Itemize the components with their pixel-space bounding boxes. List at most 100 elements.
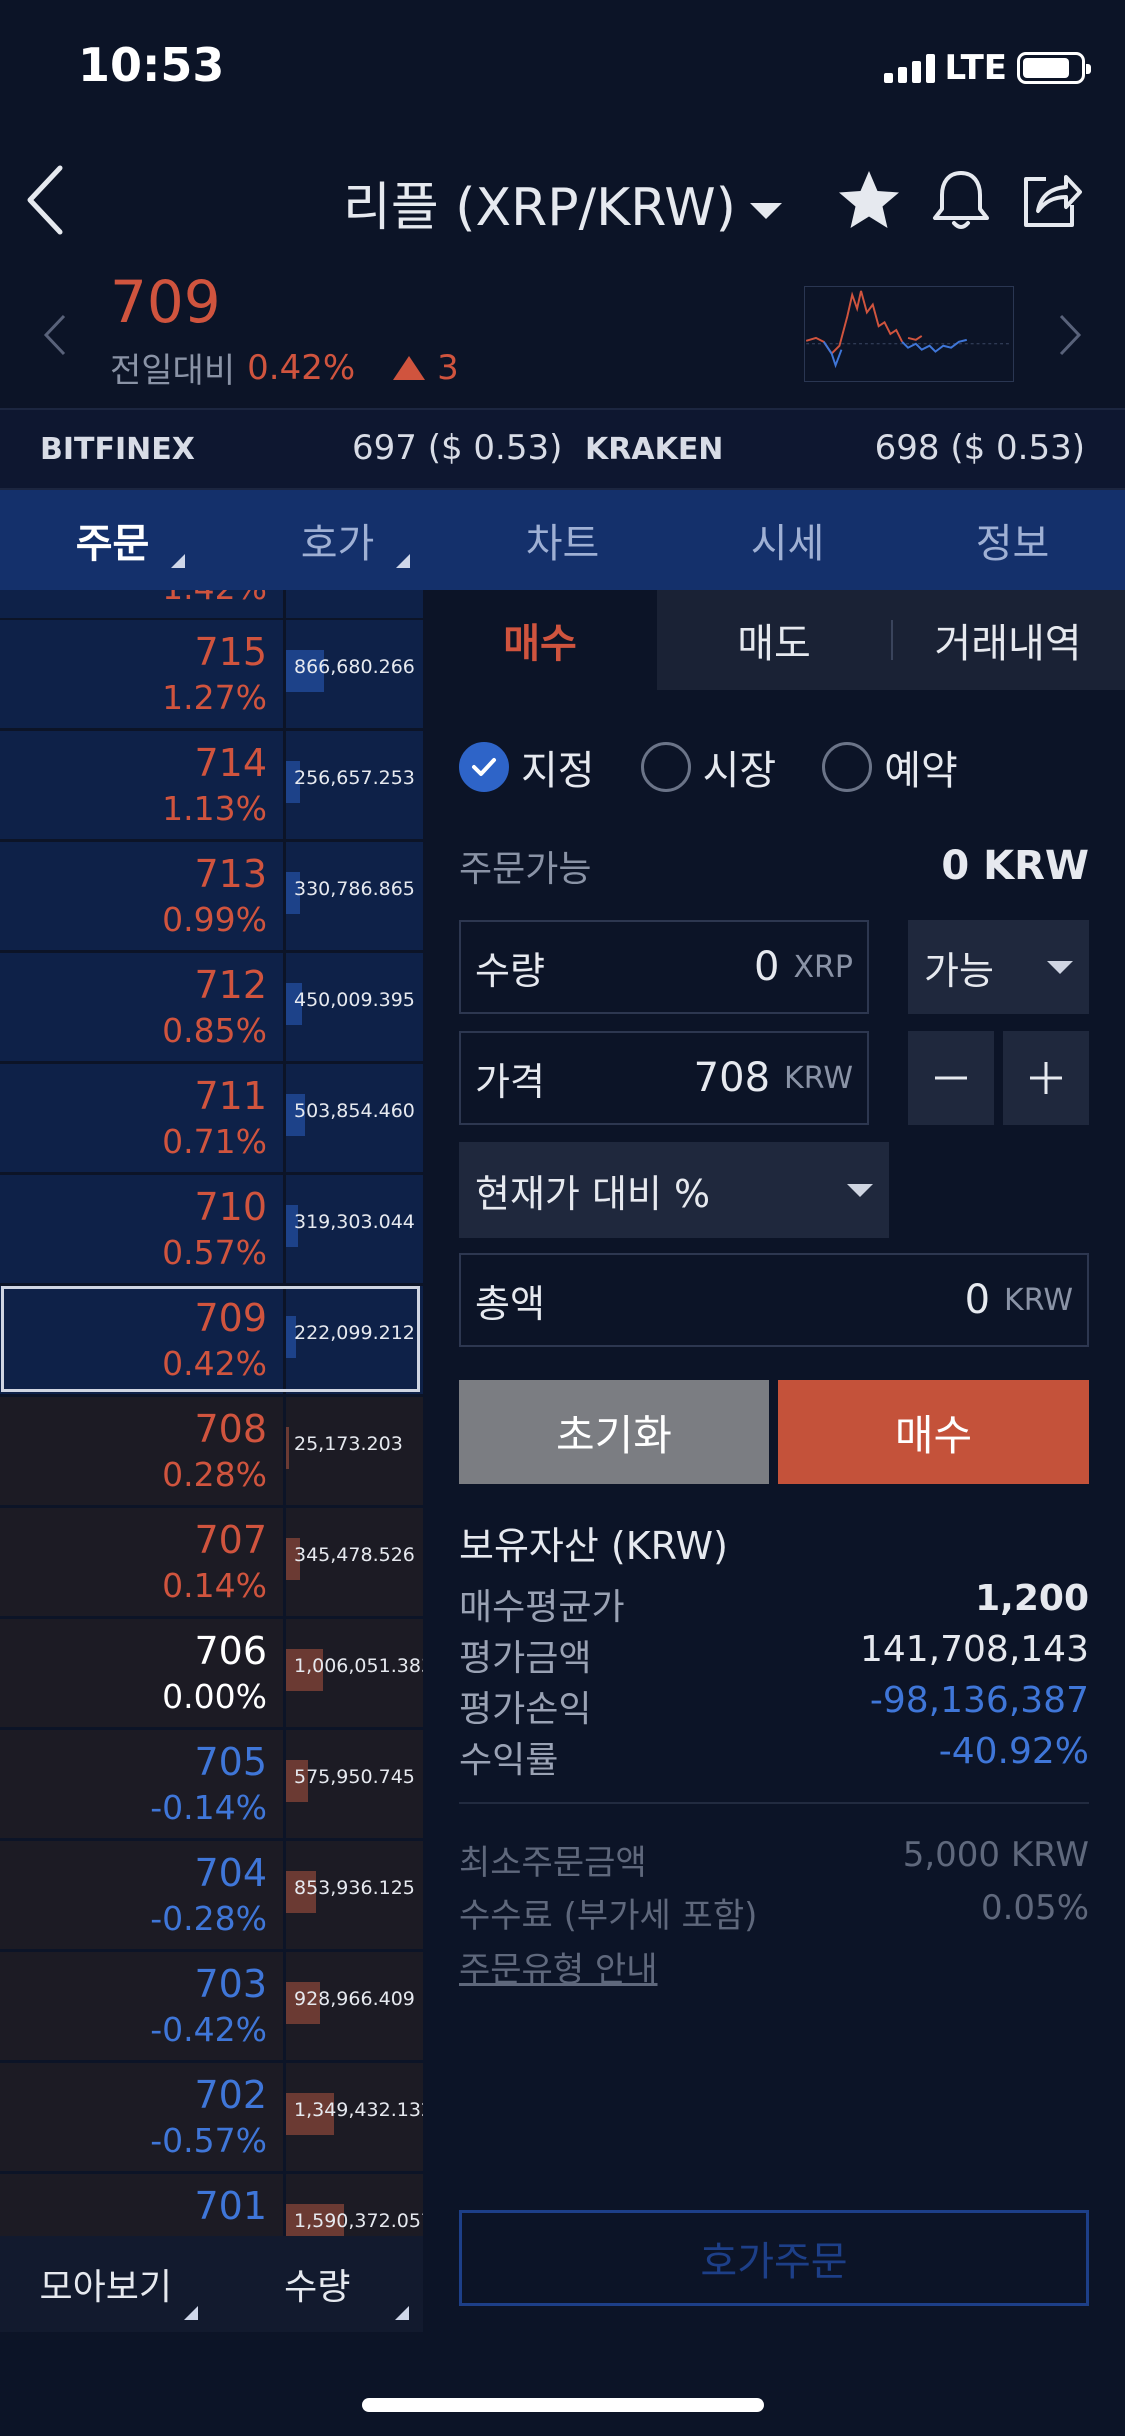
price-field[interactable]: 가격 708 KRW: [459, 1031, 869, 1125]
row-volume: 928,966.409: [294, 1988, 415, 2010]
chevron-down-icon: [749, 203, 782, 219]
price-cell: 706 0.00%: [0, 1619, 283, 1727]
volume-cell: 503,854.460: [286, 1064, 423, 1172]
field-label: 총액: [475, 1281, 545, 1326]
volume-cell: 450,009.395: [286, 953, 423, 1061]
row-volume: 450,009.395: [294, 989, 415, 1011]
row-price: 706: [194, 1629, 267, 1673]
orderbook-row[interactable]: 701 1,590,372.057: [0, 2174, 423, 2236]
tab-market[interactable]: 시세: [675, 490, 900, 590]
orderbook-row[interactable]: 703 -0.42% 928,966.409: [0, 1952, 423, 2062]
check-icon: [459, 742, 509, 792]
holding-value: -40.92%: [938, 1731, 1089, 1772]
prev-coin-icon[interactable]: [40, 310, 70, 360]
volume-cell: 256,657.253: [286, 731, 423, 839]
orderbook-row[interactable]: 711 0.71% 503,854.460: [0, 1064, 423, 1174]
row-pct: 1.42%: [162, 590, 267, 607]
qty-mode-dropdown[interactable]: 가능: [908, 920, 1089, 1014]
row-volume: 222,099.212: [294, 1322, 415, 1344]
tab-info[interactable]: 정보: [900, 490, 1125, 590]
corner-indicator-icon: [183, 2306, 198, 2320]
buy-button[interactable]: 매수: [778, 1380, 1089, 1484]
tab-quote[interactable]: 호가: [225, 490, 450, 590]
status-indicators: LTE: [883, 48, 1091, 88]
order-type-limit[interactable]: 지정: [459, 738, 595, 796]
price-cell: 710 0.57%: [0, 1175, 283, 1283]
reset-button[interactable]: 초기화: [459, 1380, 769, 1484]
row-price: 711: [194, 1074, 267, 1118]
current-price: 709: [110, 268, 221, 336]
orderbook-row[interactable]: 704 -0.28% 853,936.125: [0, 1841, 423, 1951]
row-volume: 330,786.865: [294, 878, 415, 900]
qty-value: 0: [754, 944, 780, 990]
group-label: 모아보기: [39, 2267, 172, 2308]
row-volume: 1,349,432.132: [294, 2099, 423, 2121]
order-type-group: 지정 시장 예약: [459, 738, 958, 796]
share-icon[interactable]: [1016, 165, 1086, 235]
qty-toggle-button[interactable]: 수량: [212, 2236, 424, 2332]
order-type-market[interactable]: 시장: [640, 738, 777, 796]
orderbook-row[interactable]: 709 0.42% 222,099.212: [0, 1286, 423, 1396]
orderbook-row[interactable]: 710 0.57% 319,303.044: [0, 1175, 423, 1285]
volume-cell: 345,478.526: [286, 1508, 423, 1616]
orderbook-row[interactable]: 702 -0.57% 1,349,432.132: [0, 2063, 423, 2173]
orderbook-row-partial[interactable]: 1.42%: [0, 590, 423, 620]
order-subtabs: 매수 매도 거래내역: [423, 590, 1125, 690]
orderbook-row[interactable]: 715 1.27% 866,680.266: [0, 620, 423, 730]
holding-value: 141,708,143: [859, 1629, 1089, 1670]
field-label: 수량: [475, 948, 545, 993]
corner-indicator-icon: [395, 2306, 409, 2320]
tab-buy[interactable]: 매수: [423, 590, 657, 690]
order-type-guide-link[interactable]: 주문유형 안내: [459, 1942, 658, 1991]
page-title: 리플 (XRP/KRW): [343, 178, 736, 238]
chevron-down-icon: [1047, 960, 1073, 974]
group-view-button[interactable]: 모아보기: [0, 2236, 212, 2332]
volume-cell: 330,786.865: [286, 842, 423, 950]
exchange-price: 698 ($ 0.53): [874, 428, 1085, 468]
home-indicator[interactable]: [362, 2398, 764, 2412]
price-cell: 709 0.42%: [0, 1286, 283, 1394]
tab-label: 호가: [300, 521, 375, 567]
quote-order-button[interactable]: 호가주문: [459, 2210, 1089, 2306]
row-pct: 0.85%: [162, 1011, 267, 1050]
dropdown-value: 현재가 대비 %: [475, 1171, 711, 1216]
price-cell: 714 1.13%: [0, 731, 283, 839]
row-pct: 1.13%: [162, 789, 267, 828]
bell-icon[interactable]: [926, 165, 996, 235]
qty-field[interactable]: 수량 0 XRP: [459, 920, 869, 1014]
orderbook-row[interactable]: 708 0.28% 25,173.203: [0, 1397, 423, 1507]
radio-label: 시장: [702, 748, 777, 794]
tab-label: 주문: [75, 521, 150, 567]
row-price: 704: [194, 1851, 267, 1895]
row-volume: 319,303.044: [294, 1211, 415, 1233]
tab-sell[interactable]: 매도: [657, 590, 891, 690]
orderbook-row[interactable]: 714 1.13% 256,657.253: [0, 731, 423, 841]
holding-row: 수익률 -40.92%: [459, 1731, 1089, 1783]
row-volume: 1,006,051.383: [294, 1655, 423, 1677]
star-icon[interactable]: [834, 165, 904, 235]
row-price: 703: [194, 1962, 267, 2006]
next-coin-icon[interactable]: [1055, 310, 1085, 360]
price-cell: 712 0.85%: [0, 953, 283, 1061]
pct-dropdown[interactable]: 현재가 대비 %: [459, 1142, 889, 1238]
mini-price-chart[interactable]: [804, 286, 1014, 382]
orderbook-row[interactable]: 706 0.00% 1,006,051.383: [0, 1619, 423, 1729]
total-field[interactable]: 총액 0 KRW: [459, 1253, 1089, 1347]
order-type-reserve[interactable]: 예약: [822, 738, 958, 796]
volume-cell: 928,966.409: [286, 1952, 423, 2060]
tab-order[interactable]: 주문: [0, 490, 225, 590]
orderbook-row[interactable]: 705 -0.14% 575,950.745: [0, 1730, 423, 1840]
tab-chart[interactable]: 차트: [450, 490, 675, 590]
orderbook-row[interactable]: 712 0.85% 450,009.395: [0, 953, 423, 1063]
orderbook-row[interactable]: 707 0.14% 345,478.526: [0, 1508, 423, 1618]
volume-bar: [286, 1427, 289, 1469]
order-book[interactable]: 1.42% 715 1.27% 866,680.266 714 1.13% 256,657…: [0, 590, 423, 2236]
field-unit: KRW: [1004, 1282, 1073, 1318]
price-increment-button[interactable]: [1003, 1031, 1089, 1125]
volume-cell: 1,349,432.132: [286, 2063, 423, 2171]
orderbook-row[interactable]: 713 0.99% 330,786.865: [0, 842, 423, 952]
tab-history[interactable]: 거래내역: [891, 590, 1125, 690]
price-decrement-button[interactable]: [908, 1031, 994, 1125]
network-label: LTE: [944, 48, 1007, 88]
radio-icon: [822, 742, 873, 792]
